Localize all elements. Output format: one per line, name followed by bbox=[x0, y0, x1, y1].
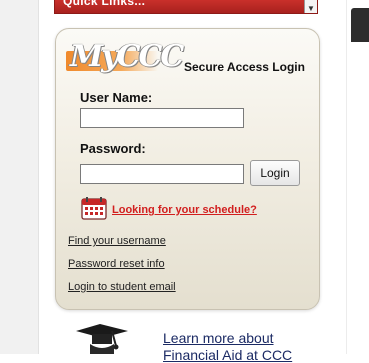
username-label: User Name: bbox=[80, 90, 153, 105]
schedule-link[interactable]: Looking for your schedule? bbox=[112, 204, 257, 216]
learn-more-link[interactable]: Learn more about bbox=[163, 330, 274, 346]
right-divider bbox=[346, 0, 347, 354]
login-panel: MyCCC Secure Access Login User Name: Pas… bbox=[55, 28, 320, 310]
secure-access-title: Secure Access Login bbox=[184, 60, 305, 74]
mycc-logo: MyCCC bbox=[70, 39, 184, 74]
right-edge-partial-text bbox=[354, 52, 369, 354]
password-input[interactable] bbox=[80, 164, 244, 184]
student-email-link[interactable]: Login to student email bbox=[68, 281, 176, 293]
quick-links-label: Quick Links... bbox=[63, 0, 146, 8]
password-reset-link[interactable]: Password reset info bbox=[68, 258, 165, 270]
dropdown-arrow-icon[interactable]: ▼ bbox=[304, 0, 317, 13]
password-label: Password: bbox=[80, 141, 146, 156]
username-input[interactable] bbox=[80, 108, 244, 128]
login-button[interactable]: Login bbox=[250, 160, 300, 186]
right-edge-dark-panel bbox=[351, 8, 369, 42]
calendar-icon bbox=[81, 197, 107, 220]
quick-links-dropdown[interactable]: Quick Links... ▼ bbox=[54, 0, 318, 14]
learn-more-link-line2[interactable]: Financial Aid at CCC bbox=[163, 347, 292, 363]
graduation-cap-icon bbox=[76, 324, 128, 354]
find-username-link[interactable]: Find your username bbox=[68, 235, 166, 247]
left-background-strip bbox=[0, 0, 39, 354]
